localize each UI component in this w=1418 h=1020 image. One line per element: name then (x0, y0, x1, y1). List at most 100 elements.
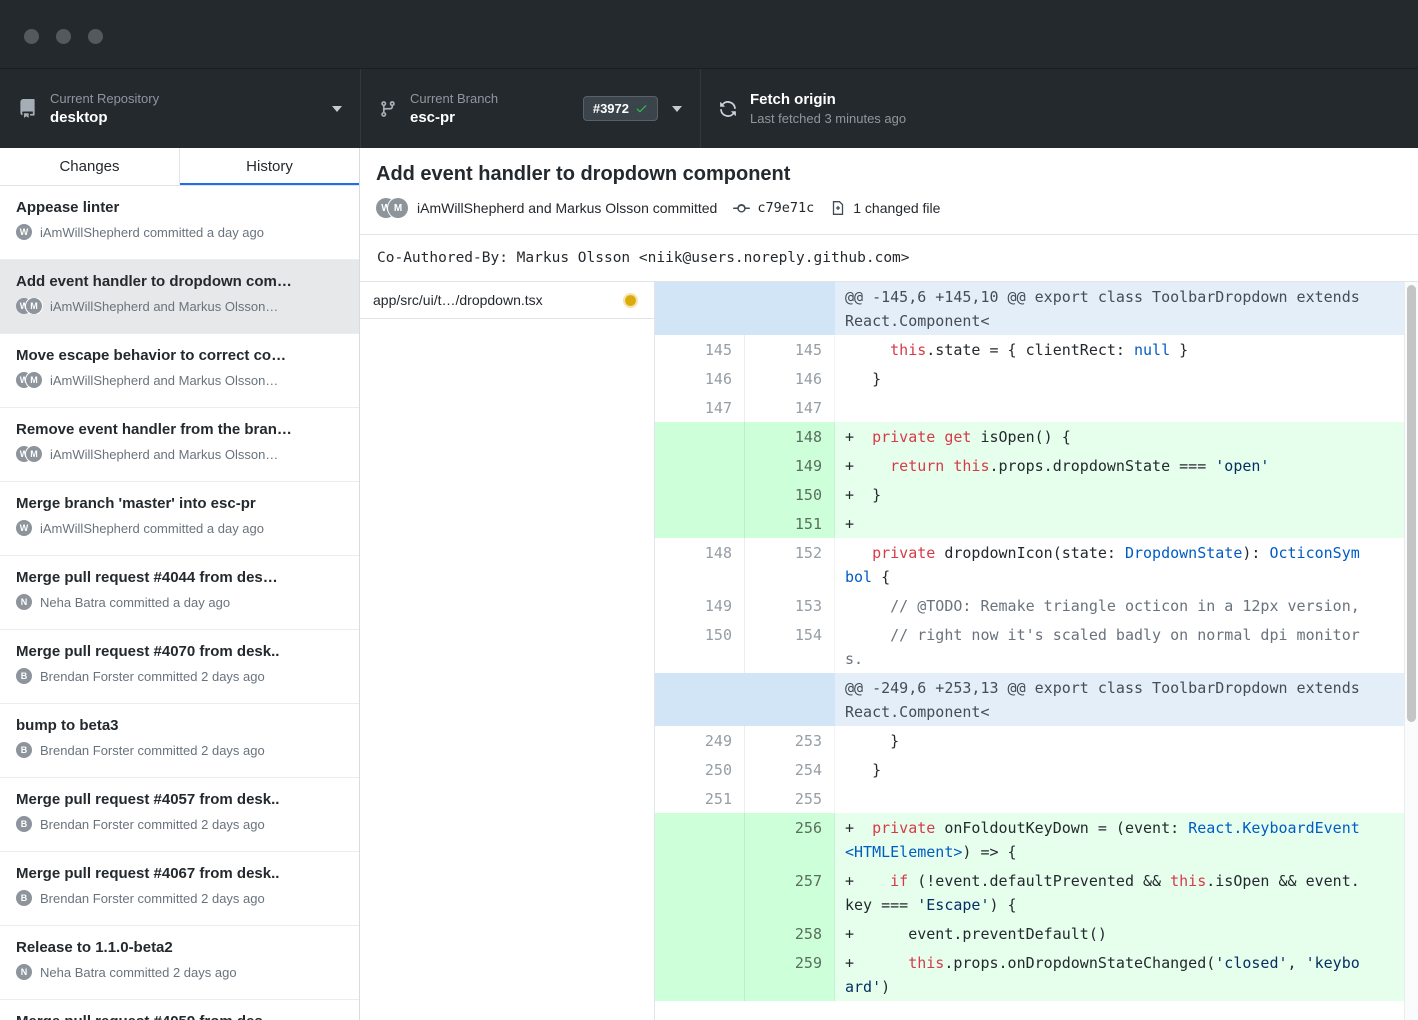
scrollbar-thumb[interactable] (1407, 285, 1416, 722)
diff-new-line-number (745, 673, 835, 726)
commit-list-item[interactable]: Add event handler to dropdown com…WMiAmW… (0, 260, 359, 334)
diff-code-cell: @@ -249,6 +253,13 @@ export class Toolba… (835, 673, 1418, 726)
diff-code-text: @@ -145,6 +145,10 @@ export class Toolba… (845, 285, 1361, 333)
branch-switcher[interactable]: Current Branch esc-pr #3972 (360, 69, 700, 148)
diff-scrollbar[interactable] (1404, 282, 1418, 1020)
commit-list-item[interactable]: Remove event handler from the bran…WMiAm… (0, 408, 359, 482)
diff-code-cell: } (835, 364, 1418, 393)
changed-files-count: 1 changed file (853, 200, 940, 216)
diff-old-line-number (655, 451, 745, 480)
diff-code-text: private dropdownIcon(state: DropdownStat… (845, 541, 1361, 589)
tab-changes[interactable]: Changes (0, 148, 180, 185)
window-titlebar (0, 0, 1418, 68)
minimize-window-button[interactable] (56, 29, 71, 44)
commit-list-item[interactable]: Merge pull request #4070 from desk..BBre… (0, 630, 359, 704)
diff-new-line-number: 153 (745, 591, 835, 620)
diff-code-text (845, 787, 1361, 811)
diff-code-cell: // right now it's scaled badly on normal… (835, 620, 1418, 673)
diff-code-text: + (845, 512, 1361, 536)
diff-line: 256+ private onFoldoutKeyDown = (event: … (655, 813, 1418, 866)
commit-list-item[interactable]: Merge pull request #4057 from desk..BBre… (0, 778, 359, 852)
commit-list-item[interactable]: Merge pull request #4059 from des… (0, 1000, 359, 1020)
commit-description: Co-Authored-By: Markus Olsson <niik@user… (360, 235, 1418, 282)
diff-line: 148152 private dropdownIcon(state: Dropd… (655, 538, 1418, 591)
commit-list: Appease linter WiAmWillShepherd committed… (0, 186, 359, 1020)
tab-history[interactable]: History (180, 148, 359, 185)
diff-old-line-number (655, 866, 745, 919)
commit-item-title: Add event handler to dropdown com… (16, 273, 343, 290)
commit-list-item[interactable]: Release to 1.1.0-beta2NNeha Batra commit… (0, 926, 359, 1000)
diff-code-cell: + this.props.onDropdownStateChanged('clo… (835, 948, 1418, 1001)
diff-new-line-number: 147 (745, 393, 835, 422)
diff-new-line-number: 154 (745, 620, 835, 673)
diff-line: 258+ event.preventDefault() (655, 919, 1418, 948)
avatar: B (16, 742, 32, 758)
diff-new-line-number: 256 (745, 813, 835, 866)
commit-item-meta-text: Neha Batra committed a day ago (40, 595, 230, 610)
diff-line: 250254 } (655, 755, 1418, 784)
commit-item-avatars: N (16, 964, 32, 980)
commit-list-item[interactable]: Merge branch 'master' into esc-prWiAmWil… (0, 482, 359, 556)
diff-new-line-number: 148 (745, 422, 835, 451)
diff-code-cell: + if (!event.defaultPrevented && this.is… (835, 866, 1418, 919)
commit-item-title: Merge pull request #4044 from des… (16, 569, 343, 586)
commit-list-item[interactable]: Move escape behavior to correct co…WMiAm… (0, 334, 359, 408)
file-list-item[interactable]: app/src/ui/t…/dropdown.tsx (360, 282, 654, 319)
diff-new-line-number: 254 (745, 755, 835, 784)
commit-item-title: bump to beta3 (16, 717, 343, 734)
chevron-down-icon (672, 106, 682, 112)
commit-item-avatars: W (16, 520, 32, 536)
diff-code-text: this.state = { clientRect: null } (845, 338, 1361, 362)
commit-summary: Add event handler to dropdown component … (360, 148, 1418, 235)
commit-list-item[interactable]: Appease linter WiAmWillShepherd committed… (0, 186, 359, 260)
fetch-origin-button[interactable]: Fetch origin Last fetched 3 minutes ago (700, 69, 1040, 148)
diff-old-line-number (655, 919, 745, 948)
commit-list-item[interactable]: Merge pull request #4067 from desk..BBre… (0, 852, 359, 926)
commit-item-title: Appease linter (16, 199, 343, 216)
diff-old-line-number: 145 (655, 335, 745, 364)
diff-old-line-number (655, 480, 745, 509)
diff-old-line-number: 150 (655, 620, 745, 673)
diff-code-text: // @TODO: Remake triangle octicon in a 1… (845, 594, 1361, 618)
commit-item-meta-text: iAmWillShepherd and Markus Olsson… (50, 447, 278, 462)
avatar: N (16, 964, 32, 980)
commit-item-avatars: W (16, 224, 32, 240)
avatar: W (16, 520, 32, 536)
commit-title: Add event handler to dropdown component (376, 162, 1402, 186)
branch-name: esc-pr (410, 109, 498, 126)
commit-item-title: Merge pull request #4070 from desk.. (16, 643, 343, 660)
diff-code-cell: } (835, 726, 1418, 755)
commit-sha[interactable]: c79e71c (757, 200, 814, 216)
diff-code-cell: // @TODO: Remake triangle octicon in a 1… (835, 591, 1418, 620)
diff-old-line-number: 249 (655, 726, 745, 755)
diff-old-line-number: 148 (655, 538, 745, 591)
avatar: M (26, 298, 42, 314)
commit-item-meta-text: Brendan Forster committed 2 days ago (40, 817, 265, 832)
commit-list-item[interactable]: bump to beta3BBrendan Forster committed … (0, 704, 359, 778)
branch-label: Current Branch (410, 91, 498, 106)
diff-code-cell: this.state = { clientRect: null } (835, 335, 1418, 364)
diff-line: 150+ } (655, 480, 1418, 509)
close-window-button[interactable] (24, 29, 39, 44)
diff-line: 257+ if (!event.defaultPrevented && this… (655, 866, 1418, 919)
commit-item-meta-text: iAmWillShepherd committed a day ago (40, 225, 264, 240)
diff-content: app/src/ui/t…/dropdown.tsx @@ -145,6 +14… (360, 282, 1418, 1020)
toolbar-spacer (1040, 69, 1418, 148)
diff-old-line-number (655, 509, 745, 538)
diff-code-text: @@ -249,6 +253,13 @@ export class Toolba… (845, 676, 1361, 724)
repo-book-icon (18, 99, 37, 118)
diff-line: 259+ this.props.onDropdownStateChanged('… (655, 948, 1418, 1001)
repository-name: desktop (50, 109, 159, 126)
diff-code-cell: + private get isOpen() { (835, 422, 1418, 451)
commit-item-meta: WMiAmWillShepherd and Markus Olsson… (16, 446, 343, 462)
diff-code-text: } (845, 367, 1361, 391)
commit-item-avatars: WM (16, 372, 42, 388)
commit-list-item[interactable]: Merge pull request #4044 from des…NNeha … (0, 556, 359, 630)
chevron-down-icon (332, 106, 342, 112)
diff-line: 150154 // right now it's scaled badly on… (655, 620, 1418, 673)
zoom-window-button[interactable] (88, 29, 103, 44)
diff-old-line-number: 147 (655, 393, 745, 422)
repository-switcher[interactable]: Current Repository desktop (0, 69, 360, 148)
window-controls (24, 29, 103, 44)
diff-old-line-number: 146 (655, 364, 745, 393)
